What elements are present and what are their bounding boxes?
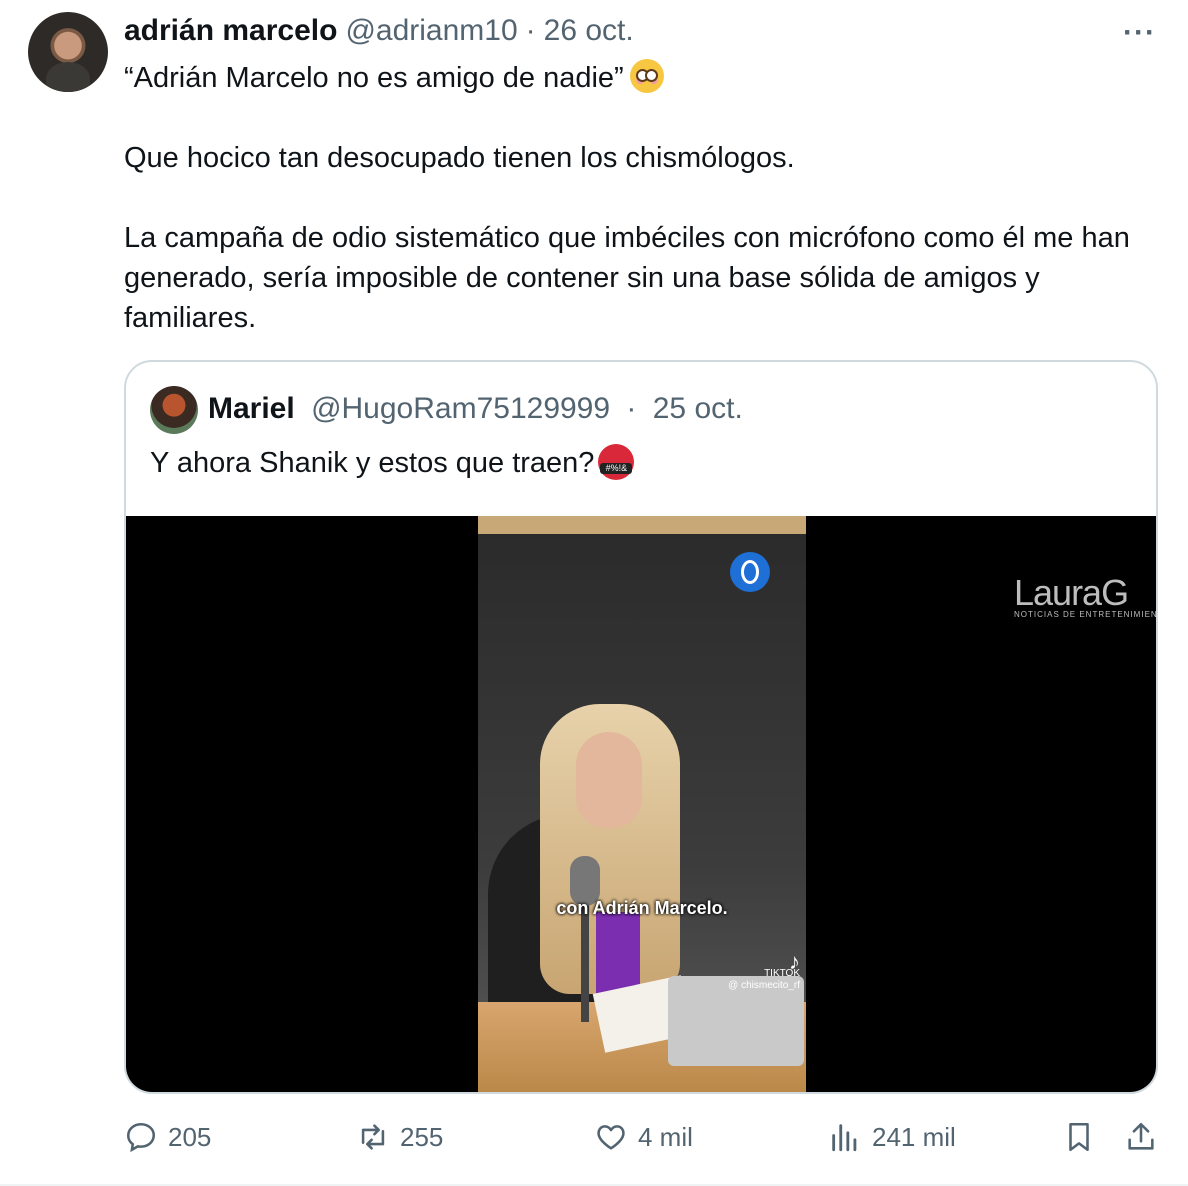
- tweet[interactable]: adrián marcelo @adrianm10 · 26 oct. ··· …: [0, 0, 1188, 1186]
- retweet-count: 255: [400, 1121, 444, 1152]
- retweet-icon: [361, 1124, 385, 1150]
- quoted-tweet[interactable]: Mariel @HugoRam75129999 · 25 oct. Y ahor…: [124, 360, 1158, 1094]
- radio-logo-icon: [730, 552, 770, 592]
- like-count: 4 mil: [638, 1121, 693, 1152]
- reply-button[interactable]: 205: [124, 1120, 211, 1154]
- like-button[interactable]: 4 mil: [594, 1120, 693, 1154]
- views-count: 241 mil: [872, 1121, 956, 1152]
- reply-icon: [126, 1122, 156, 1153]
- laurag-watermark: LauraG NOTICIAS DE ENTRETENIMIEN: [1014, 572, 1158, 619]
- author-handle[interactable]: @adrianm10: [345, 14, 517, 48]
- share-button[interactable]: [1124, 1120, 1158, 1154]
- flushed-face-icon: [629, 59, 664, 93]
- action-bar: 205 255 4 mil 241 mil: [124, 1120, 1164, 1164]
- tiktok-icon: ♪: [789, 949, 800, 974]
- views-button[interactable]: 241 mil: [828, 1120, 956, 1154]
- author-avatar[interactable]: [28, 12, 108, 92]
- retweet-button[interactable]: 255: [356, 1120, 443, 1154]
- quoted-tweet-header: Mariel @HugoRam75129999 · 25 oct.: [208, 392, 743, 426]
- video-caption: con Adrián Marcelo.: [556, 898, 728, 918]
- bookmark-icon: [1069, 1122, 1089, 1152]
- quoted-tweet-date[interactable]: 25 oct.: [653, 392, 743, 425]
- quoted-header-separator: ·: [626, 392, 637, 425]
- tiktok-watermark: ♪ TIKTOK @ chismecito_rf: [728, 949, 800, 992]
- more-options-icon[interactable]: ···: [1123, 16, 1156, 50]
- tweet-paragraph-2: Que hocico tan desocupado tienen los chi…: [124, 142, 795, 174]
- face-with-symbols-icon: #%!&: [598, 444, 635, 480]
- tweet-header: adrián marcelo @adrianm10 · 26 oct.: [124, 14, 634, 48]
- quoted-author-avatar[interactable]: [150, 386, 198, 434]
- tweet-date[interactable]: 26 oct.: [544, 14, 634, 48]
- author-name[interactable]: adrián marcelo: [124, 14, 337, 48]
- tweet-paragraph-3: La campaña de odio sistemático que imbéc…: [124, 222, 1130, 334]
- quoted-tweet-text: Y ahora Shanik y estos que traen? #%!&: [150, 444, 635, 480]
- heart-icon: [597, 1125, 625, 1150]
- analytics-icon: [832, 1124, 857, 1152]
- quoted-author-name[interactable]: Mariel: [208, 392, 295, 425]
- header-separator: ·: [525, 14, 536, 47]
- share-icon: [1128, 1122, 1154, 1150]
- video-player[interactable]: con Adrián Marcelo. ♪ TIKTOK @ chismecit…: [126, 516, 1158, 1092]
- video-frame: con Adrián Marcelo. ♪ TIKTOK @ chismecit…: [478, 516, 806, 1092]
- tweet-paragraph-1: “Adrián Marcelo no es amigo de nadie”: [124, 58, 1164, 98]
- bookmark-button[interactable]: [1062, 1120, 1096, 1154]
- tweet-text: “Adrián Marcelo no es amigo de nadie” Qu…: [124, 58, 1164, 338]
- reply-count: 205: [168, 1121, 212, 1152]
- quoted-author-handle[interactable]: @HugoRam75129999: [311, 392, 610, 425]
